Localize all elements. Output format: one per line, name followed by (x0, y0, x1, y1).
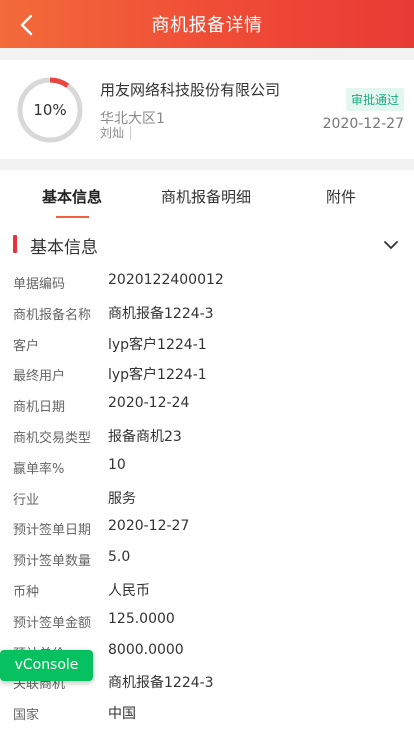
field-value: 中国 (108, 706, 136, 723)
status-badge: 审批通过 (345, 88, 404, 111)
report-date: 2020-12-27 (322, 116, 404, 132)
section-marker (13, 235, 17, 253)
field-row: 赢单率% 10 (0, 454, 414, 484)
company-name: 用友网络科技股份有限公司 (100, 81, 281, 99)
vconsole-button[interactable]: vConsole (0, 650, 93, 681)
field-label: 商机日期 (13, 400, 66, 416)
field-value: lyp客户1224-1 (108, 367, 207, 384)
nav-header: 商机报备详情 (0, 0, 414, 48)
field-label: 商机交易类型 (13, 431, 92, 446)
field-row: 商机交易类型 报备商机23 (0, 423, 414, 453)
field-value: 8000.0000 (108, 641, 184, 658)
field-label: 赢单率% (13, 461, 65, 477)
tab-detail[interactable]: 商机报备明细 (161, 186, 251, 207)
field-row: 商机日期 2020-12-24 (0, 392, 414, 422)
tab-bar: 基本信息 商机报备明细 附件 (0, 170, 414, 220)
field-label: 行业 (13, 492, 40, 508)
field-value: 5.0 (108, 549, 131, 566)
field-value: 人民币 (108, 583, 150, 599)
field-row: 币种 人民币 (0, 577, 414, 607)
field-row: 单据编码 2020122400012 (0, 269, 414, 299)
chevron-left-icon (20, 14, 33, 36)
region-name: 华北大区1 (100, 111, 165, 127)
field-label: 客户 (13, 338, 40, 354)
field-row: 商机报备名称 商机报备1224-3 (0, 300, 414, 330)
progress-ring: 10% (17, 77, 83, 143)
field-row: 预计签单数量 5.0 (0, 546, 414, 576)
field-label: 预计签单金额 (13, 615, 92, 631)
summary-card: 10% 用友网络科技股份有限公司 华北大区1 刘灿 审批通过 2020-12-2… (0, 60, 414, 159)
field-row: 最终用户 lyp客户1224-1 (0, 361, 414, 391)
section-header[interactable]: 基本信息 (0, 232, 414, 258)
field-value: 报备商机23 (108, 429, 182, 445)
tab-basic-info[interactable]: 基本信息 (42, 186, 102, 207)
field-row: 预计签单日期 2020-12-27 (0, 515, 414, 545)
chevron-down-icon[interactable] (382, 236, 400, 254)
field-value: 服务 (108, 490, 136, 507)
field-row: 行业 服务 (0, 485, 414, 515)
field-value: 10 (108, 456, 126, 473)
field-label: 最终用户 (13, 369, 66, 385)
field-label: 预计签单日期 (13, 523, 92, 539)
field-label: 商机报备名称 (13, 307, 92, 323)
field-value: 2020-12-24 (108, 395, 190, 412)
progress-percent: 10% (33, 101, 67, 119)
field-value: 商机报备1224-3 (108, 675, 214, 692)
field-value: 2020122400012 (108, 272, 224, 288)
field-label: 币种 (13, 585, 40, 600)
field-value: 商机报备1224-3 (108, 305, 214, 322)
field-row: 预计签单金额 125.0000 (0, 608, 414, 638)
section-title: 基本信息 (30, 238, 98, 258)
field-label: 预计签单数量 (13, 554, 92, 570)
tab-attachments[interactable]: 附件 (326, 186, 356, 207)
field-row: 客户 lyp客户1224-1 (0, 331, 414, 361)
field-row: 国家 中国 (0, 700, 414, 730)
field-value: lyp客户1224-1 (108, 336, 207, 353)
active-tab-indicator (56, 216, 89, 218)
field-value: 125.0000 (108, 610, 175, 627)
field-label: 单据编码 (13, 277, 66, 292)
page-title: 商机报备详情 (151, 15, 263, 36)
field-label: 国家 (13, 708, 40, 724)
back-button[interactable] (14, 12, 40, 38)
owner-name: 刘灿 (100, 126, 132, 140)
field-value: 2020-12-27 (108, 518, 190, 535)
